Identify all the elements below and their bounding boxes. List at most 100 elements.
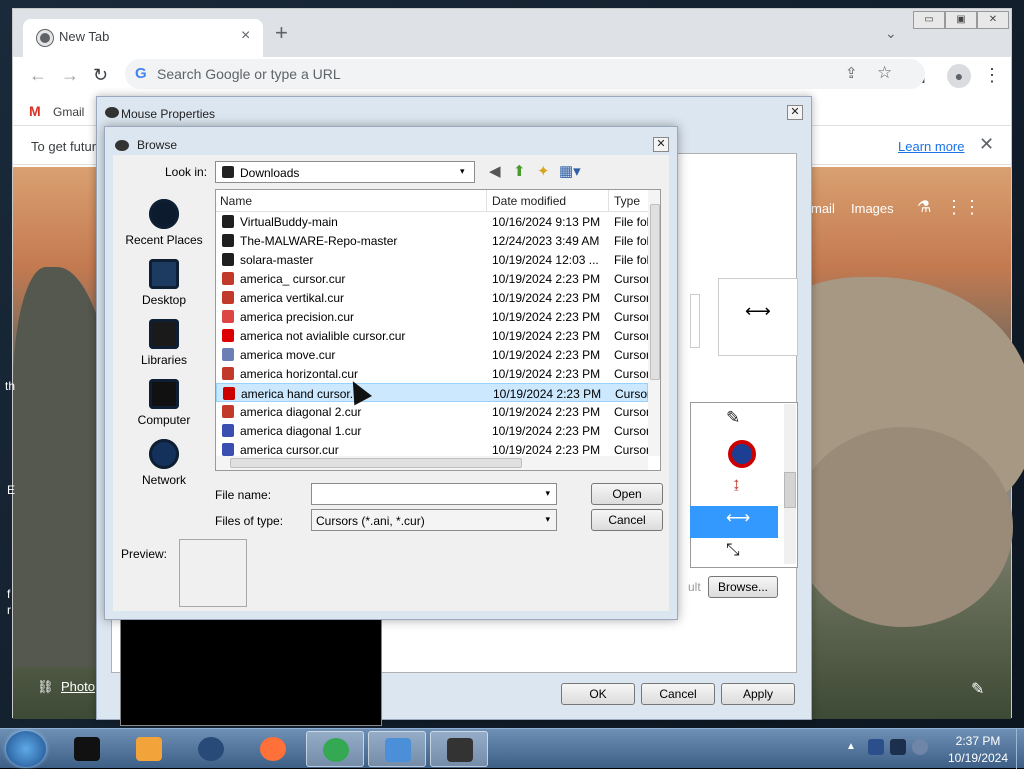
column-date-modified[interactable]: Date modified [492, 194, 566, 208]
taskbar-mouse[interactable] [430, 731, 488, 767]
bookmark-gmail[interactable]: Gmail [53, 105, 84, 119]
start-button[interactable] [6, 731, 46, 767]
tab-new-tab[interactable]: New Tab × [23, 19, 263, 57]
gmail-link[interactable]: mail [811, 201, 835, 216]
taskbar-app-media[interactable] [120, 731, 178, 767]
tab-close-icon[interactable]: × [241, 27, 250, 45]
learn-more-link[interactable]: Learn more [898, 139, 964, 154]
labs-flask-icon[interactable]: ⚗ [917, 197, 931, 217]
info-bar-text: To get futur [31, 139, 97, 154]
vertical-scroll-thumb[interactable] [650, 204, 660, 380]
ok-button[interactable]: OK [561, 683, 635, 705]
back-icon[interactable]: ◀ [489, 163, 501, 181]
file-row[interactable]: america_ cursor.cur 10/19/2024 2:23 PM Cur… [216, 269, 648, 288]
customize-pencil-icon[interactable]: ✎ [971, 679, 984, 699]
google-apps-icon[interactable]: ⋮⋮ [945, 197, 981, 218]
new-folder-icon[interactable]: ✦ [537, 163, 550, 181]
file-row[interactable]: VirtualBuddy-main 10/16/2024 9:13 PM File … [216, 212, 648, 231]
bookmark-star-icon[interactable]: ☆ [877, 63, 892, 83]
desktop: New Tab × + ⌄ ▭ ▣ ✕ ← → ↻ ▮ ● ⋮ G Search… [0, 0, 1024, 769]
file-row[interactable]: The-MALWARE-Repo-master 12/24/2023 3:49 A… [216, 231, 648, 250]
browse-close-button[interactable]: ✕ [653, 137, 669, 152]
file-name-field[interactable]: ▾ [311, 483, 557, 505]
address-bar[interactable]: G Search Google or type a URL ⇪ ☆ [125, 59, 925, 89]
file-row[interactable]: america not avialible cursor.cur 10/19/20… [216, 326, 648, 345]
open-button[interactable]: Open [591, 483, 663, 505]
close-window-button[interactable]: ✕ [977, 11, 1009, 29]
menu-icon[interactable]: ⋮ [983, 65, 1001, 86]
column-divider[interactable] [486, 190, 487, 212]
back-icon[interactable]: ← [29, 65, 47, 86]
place-desktop[interactable]: Desktop [115, 259, 213, 307]
file-row[interactable]: america horizontal.cur 10/19/2024 2:23 PM… [216, 364, 648, 383]
cursor-list-scroll-thumb[interactable] [784, 472, 796, 508]
browse-title: Browse [137, 138, 178, 152]
show-hidden-icons-icon[interactable]: ▲ [846, 741, 856, 752]
network-tray-icon[interactable] [890, 739, 906, 755]
file-row[interactable]: solara-master 10/19/2024 12:03 ... File fo… [216, 250, 648, 269]
show-desktop-button[interactable] [1016, 729, 1024, 769]
tab-strip: New Tab × + ⌄ ▭ ▣ ✕ [13, 9, 1011, 57]
gmail-icon[interactable]: M [29, 103, 41, 119]
profile-avatar[interactable]: ● [947, 64, 971, 88]
column-type[interactable]: Type [614, 194, 640, 208]
new-tab-button[interactable]: + [275, 22, 288, 44]
horizontal-scroll-thumb[interactable] [230, 458, 522, 468]
taskbar-chrome[interactable] [306, 731, 364, 767]
cursor-list[interactable] [690, 402, 798, 568]
file-row[interactable]: america move.cur 10/19/2024 2:23 PM Cursor [216, 345, 648, 364]
mouse-properties-close-button[interactable]: ✕ [787, 105, 803, 120]
info-bar-close-icon[interactable]: ✕ [979, 134, 994, 155]
mouse-icon [115, 140, 129, 151]
minimize-button[interactable]: ▭ [913, 11, 945, 29]
taskbar-app-3[interactable] [182, 731, 240, 767]
file-row[interactable]: america hand cursor. 10/19/2024 2:23 PM Cu… [216, 383, 649, 402]
handwriting-cursor-icon: ✎ [726, 408, 741, 427]
files-of-type-select[interactable]: Cursors (*.ani, *.cur) ▾ [311, 509, 557, 531]
taskbar-firefox[interactable] [244, 731, 302, 767]
maximize-button[interactable]: ▣ [945, 11, 977, 29]
clock-time[interactable]: 2:37 PM [948, 734, 1008, 748]
file-date-modified: 10/19/2024 12:03 ... [492, 253, 599, 267]
taskbar-app-1[interactable] [58, 731, 116, 767]
file-list[interactable]: Name Date modified Type VirtualBuddy-mai… [215, 189, 661, 471]
up-folder-icon[interactable]: ⬆ [513, 163, 526, 181]
taskbar-users[interactable] [368, 731, 426, 767]
cursor-file-icon [222, 329, 234, 342]
apply-button[interactable]: Apply [721, 683, 795, 705]
chevron-down-icon[interactable]: ▾ [545, 514, 550, 525]
chevron-down-icon[interactable]: ▾ [545, 488, 550, 499]
views-menu-icon[interactable]: ▦▾ [559, 163, 581, 181]
forward-icon[interactable]: → [61, 65, 79, 86]
place-libraries[interactable]: Libraries [115, 319, 213, 367]
browse-button[interactable]: Browse... [708, 576, 778, 598]
file-row[interactable]: america diagonal 1.cur 10/19/2024 2:23 PM… [216, 421, 648, 440]
place-network[interactable]: Network [115, 439, 213, 487]
volume-tray-icon[interactable] [912, 739, 928, 755]
clock-date[interactable]: 10/19/2024 [940, 751, 1016, 765]
taskbar-users-icon [385, 738, 411, 762]
folder-icon [222, 253, 234, 266]
reload-icon[interactable]: ↻ [93, 65, 108, 86]
file-row[interactable]: america precision.cur 10/19/2024 2:23 PM C… [216, 307, 648, 326]
share-icon[interactable]: ⇪ [845, 64, 858, 82]
taskbar-app-media-icon [136, 737, 162, 761]
cancel-button[interactable]: Cancel [641, 683, 715, 705]
column-name[interactable]: Name [220, 194, 252, 208]
look-in-combo[interactable]: Downloads ▾ [215, 161, 475, 183]
place-recent-places[interactable]: Recent Places [115, 199, 213, 247]
place-computer[interactable]: Computer [115, 379, 213, 427]
file-list-header: Name Date modified Type [216, 190, 660, 212]
file-name: america_ cursor.cur [240, 272, 346, 286]
browse-cancel-button[interactable]: Cancel [591, 509, 663, 531]
column-divider[interactable] [608, 190, 609, 212]
tab-search-icon[interactable]: ⌄ [885, 25, 897, 42]
cursor-file-icon [222, 424, 234, 437]
shield-tray-icon[interactable] [868, 739, 884, 755]
file-list-vertical-scrollbar[interactable] [648, 190, 660, 456]
file-list-horizontal-scrollbar[interactable] [216, 456, 648, 470]
images-link[interactable]: Images [851, 201, 894, 216]
photo-credit-link[interactable]: Photo [61, 679, 95, 694]
file-row[interactable]: america vertikal.cur 10/19/2024 2:23 PM Cu… [216, 288, 648, 307]
file-row[interactable]: america diagonal 2.cur 10/19/2024 2:23 PM… [216, 402, 648, 421]
